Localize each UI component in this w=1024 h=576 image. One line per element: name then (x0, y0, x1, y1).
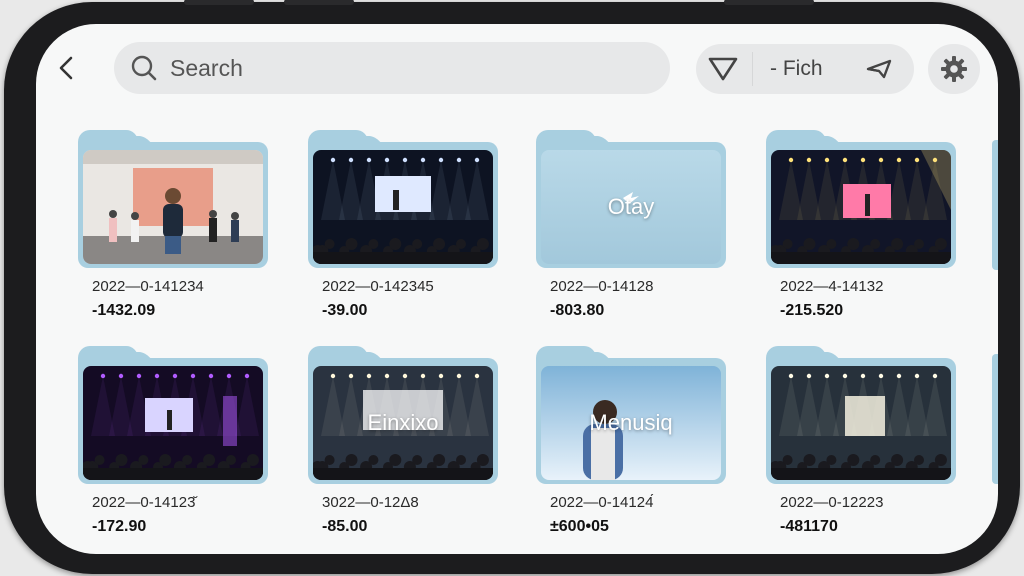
folder-card[interactable]: 2022—0-14123̆ -172.90 (78, 346, 270, 546)
phone-frame: Search - Fiсh 2022—0-141234 -1432.09 202… (4, 0, 1020, 574)
search-placeholder: Search (170, 54, 243, 81)
folder-value: -172.90 (92, 518, 147, 535)
folder-date: 2022—0-14124́ (550, 494, 654, 511)
folder-thumbnail (771, 150, 951, 264)
folder-card[interactable]: 2022—0-12223 -481170 (766, 346, 958, 546)
folder-date: 2022—0-14123̆ (92, 494, 196, 511)
folder-card[interactable]: 2022—4-14132 -215.520 (766, 130, 958, 330)
thumbnail-overlay-label: Otay (607, 194, 655, 219)
folder-date: 2022—4-14132 (780, 278, 884, 295)
folder-date: 2022—0-142345 (322, 278, 434, 295)
thumbnail-overlay-label: Menusiq (589, 410, 673, 435)
folder-value: -803.80 (550, 302, 605, 319)
folder-date: 2022—0-141234 (92, 278, 204, 295)
divider (752, 52, 753, 86)
next-folder-peek (992, 354, 998, 484)
folder-value: ±600•05 (550, 518, 609, 535)
folder-thumbnail: Menusiq (541, 366, 721, 480)
folder-card[interactable]: Otay 2022—0-14128 -803.80 (536, 130, 728, 330)
folder-card[interactable]: Einxixo 3022—0-12Δ8 -85.00 (308, 346, 500, 546)
send-icon (866, 59, 892, 79)
gear-icon (941, 56, 967, 82)
thumbnail-overlay-label: Einxixo (367, 410, 439, 435)
next-folder-peek (992, 140, 998, 270)
folder-card[interactable]: 2022—0-141234 -1432.09 (78, 130, 270, 330)
folder-date: 2022—0-12223 (780, 494, 884, 511)
power-button (724, 0, 814, 5)
folder-thumbnail (771, 366, 951, 480)
folder-value: -215.520 (780, 302, 844, 319)
filter-label[interactable]: - Fiсh (770, 57, 823, 81)
search-icon (130, 54, 158, 82)
folder-thumbnail: Einxixo (313, 366, 493, 480)
volume-button (184, 0, 254, 5)
folder-date: 2022—0-14128 (550, 278, 654, 295)
folder-value: -85.00 (322, 518, 368, 535)
folder-card[interactable]: Menusiq 2022—0-14124́ ±600•05 (536, 346, 728, 546)
folder-date: 3022—0-12Δ8 (322, 494, 419, 511)
filter-group: - Fiсh (696, 44, 914, 94)
app-screen: Search - Fiсh 2022—0-141234 -1432.09 202… (36, 24, 998, 554)
folder-value: -481170 (780, 518, 838, 535)
folder-value: -1432.09 (92, 302, 156, 319)
folder-thumbnail (83, 150, 263, 264)
back-button[interactable] (52, 50, 80, 86)
chevron-left-icon (59, 56, 73, 80)
send-button[interactable] (864, 56, 894, 82)
folder-thumbnail (83, 366, 263, 480)
settings-button[interactable] (928, 44, 980, 94)
folder-thumbnail: Otay (541, 150, 721, 264)
search-bar[interactable]: Search (114, 42, 670, 94)
volume-button (284, 0, 354, 5)
filter-button[interactable] (696, 44, 750, 94)
filter-icon (708, 57, 738, 81)
folder-thumbnail (313, 150, 493, 264)
folder-card[interactable]: 2022—0-142345 -39.00 (308, 130, 500, 330)
folder-value: -39.00 (322, 302, 368, 319)
